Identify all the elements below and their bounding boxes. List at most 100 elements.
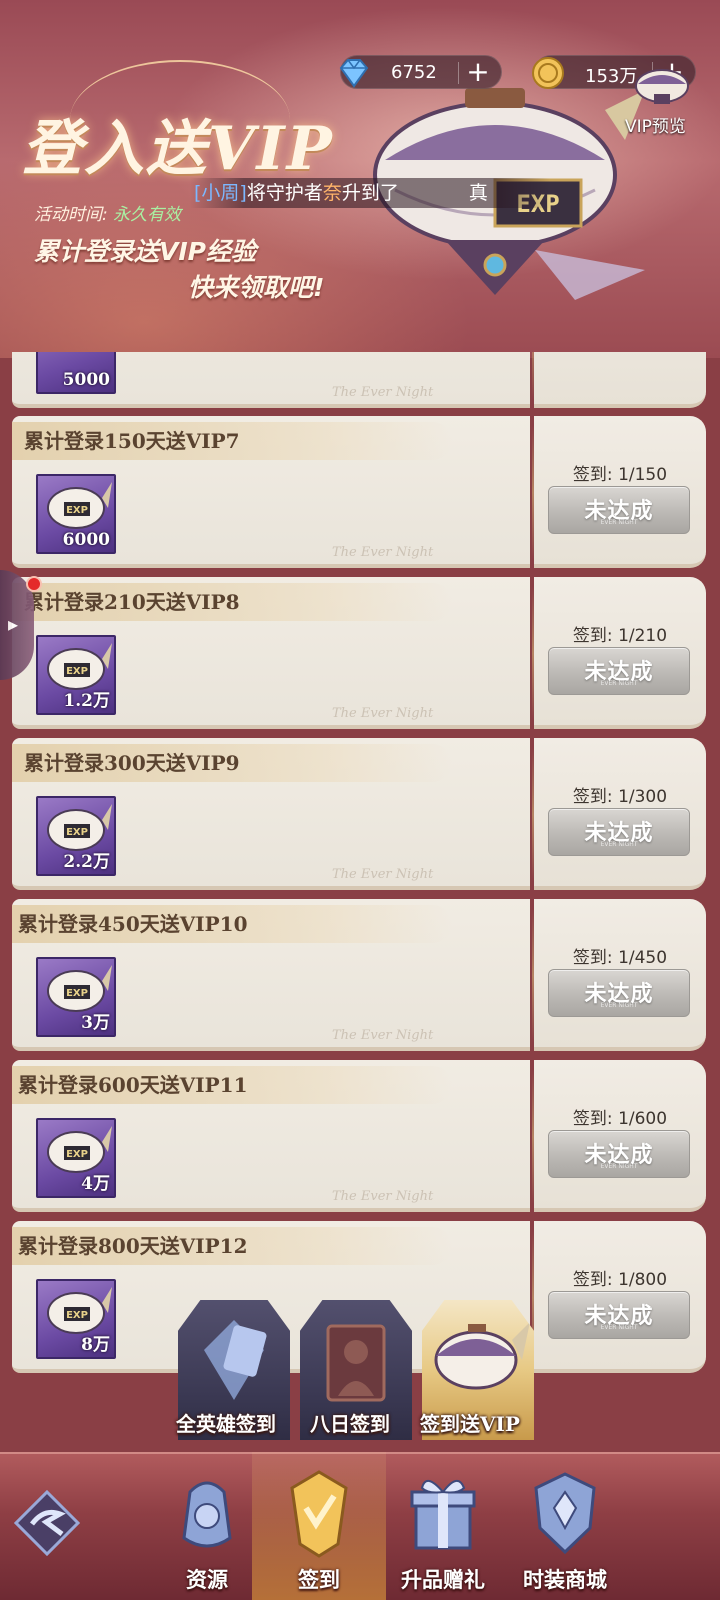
checkin-progress: 签到: 1/800 xyxy=(534,1265,706,1290)
reward-card-body: 累计登录150天送VIP7 EXP 6000 The Ever Night xyxy=(12,416,530,568)
vip-preview-button[interactable]: VIP预览 xyxy=(625,60,710,140)
nav-resources-label: 资源 xyxy=(186,1567,228,1592)
nav-checkin-label: 签到 xyxy=(298,1567,340,1592)
watermark: The Ever Night xyxy=(332,1028,434,1043)
button-sub-label: EVER NIGHT xyxy=(600,680,638,687)
nav-checkin[interactable]: 签到 xyxy=(252,1452,386,1600)
reward-amount: 4万 xyxy=(81,1174,110,1194)
vip-preview-label: VIP预览 xyxy=(625,117,686,137)
event-title: 登入送VIP xyxy=(22,114,334,184)
claim-button[interactable]: 未达成 EVER NIGHT xyxy=(548,1130,690,1178)
reward-amount: 8万 xyxy=(81,1335,110,1355)
reward-amount: 6000 xyxy=(62,530,110,550)
bottom-nav: 资源 签到 升品赠礼 时装商城 xyxy=(0,1452,720,1600)
button-sub-label: EVER NIGHT xyxy=(600,841,638,848)
vip-exp-reward[interactable]: EXP 4万 xyxy=(36,1118,116,1198)
reward-card-title: 累计登录150天送VIP7 xyxy=(12,422,452,460)
progress-label: 签到: xyxy=(572,465,619,485)
diamond-currency: 6752 + xyxy=(339,55,502,89)
button-sub-label: EVER NIGHT xyxy=(600,1163,638,1170)
gold-coin-icon xyxy=(532,57,564,89)
progress-label: 签到: xyxy=(572,787,619,807)
activity-time-value: 永久有效 xyxy=(113,205,182,225)
reward-card-title: 累计登录450天送VIP10 xyxy=(12,905,452,943)
reward-card-title: 累计登录800天送VIP12 xyxy=(12,1227,452,1265)
reward-card: 累计登录210天送VIP8 EXP 1.2万 The Ever Night 签到… xyxy=(12,577,706,729)
add-diamond-button[interactable]: + xyxy=(463,58,493,88)
game-logo-icon[interactable] xyxy=(14,1490,80,1556)
reward-card: 5000 The Ever Night xyxy=(12,352,706,408)
progress-value: 1/600 xyxy=(618,1109,668,1129)
vip-exp-reward[interactable]: EXP 1.2万 xyxy=(36,635,116,715)
reward-amount: 5000 xyxy=(62,370,110,390)
claim-button[interactable]: 未达成 EVER NIGHT xyxy=(548,486,690,534)
notification-dot xyxy=(26,576,42,592)
checkin-progress: 签到: 1/600 xyxy=(534,1104,706,1129)
button-sub-label: EVER NIGHT xyxy=(600,1324,638,1331)
reward-card-body: 累计登录300天送VIP9 EXP 2.2万 The Ever Night xyxy=(12,738,530,890)
progress-label: 签到: xyxy=(572,948,619,968)
reward-card-status: 签到: 1/300 未达成 EVER NIGHT xyxy=(534,738,706,890)
svg-text:EXP: EXP xyxy=(66,666,88,677)
svg-text:EXP: EXP xyxy=(66,1310,88,1321)
checkin-progress: 签到: 1/150 xyxy=(534,460,706,485)
progress-label: 签到: xyxy=(572,626,619,646)
progress-value: 1/800 xyxy=(618,1270,668,1290)
reward-card-status: 签到: 1/450 未达成 EVER NIGHT xyxy=(534,899,706,1051)
nav-upgrade-gifts[interactable]: 升品赠礼 xyxy=(388,1468,498,1598)
svg-text:EXP: EXP xyxy=(66,505,88,516)
reward-list[interactable]: 5000 The Ever Night 累计登录150天送VIP7 EXP 60… xyxy=(0,352,720,1400)
ticker-text: 将守护者 xyxy=(246,182,323,204)
fashion-crest-icon xyxy=(534,1472,596,1555)
hero-crest-icon xyxy=(204,1320,267,1400)
vip-exp-reward[interactable]: EXP 8万 xyxy=(36,1279,116,1359)
reward-card-title: 累计登录600天送VIP11 xyxy=(12,1066,452,1104)
reward-card-status: 签到: 1/800 未达成 EVER NIGHT xyxy=(534,1221,706,1373)
watermark: The Ever Night xyxy=(332,1189,434,1204)
reward-card-status: 签到: 1/210 未达成 EVER NIGHT xyxy=(534,577,706,729)
claim-button[interactable]: 未达成 EVER NIGHT xyxy=(548,808,690,856)
mini-airship-icon xyxy=(635,69,689,104)
nav-resources[interactable]: 资源 xyxy=(152,1468,262,1598)
nav-fashion-mall-label: 时装商城 xyxy=(523,1567,607,1592)
watermark: The Ever Night xyxy=(332,385,434,400)
reward-card-body: 累计登录450天送VIP10 EXP 3万 The Ever Night xyxy=(12,899,530,1051)
claim-button[interactable]: 未达成 EVER NIGHT xyxy=(548,1291,690,1339)
button-sub-label: EVER NIGHT xyxy=(600,519,638,526)
progress-value: 1/300 xyxy=(618,787,668,807)
svg-text:EXP: EXP xyxy=(66,1149,88,1160)
claim-button[interactable]: 未达成 EVER NIGHT xyxy=(548,647,690,695)
reward-card: 累计登录300天送VIP9 EXP 2.2万 The Ever Night 签到… xyxy=(12,738,706,890)
checkin-crest-icon xyxy=(290,1470,348,1558)
event-banner: EXP 登入送VIP [小周]将守护者奈升到了真 活动时间: 永久有效 累计登录… xyxy=(0,0,720,358)
progress-value: 1/150 xyxy=(618,465,668,485)
reward-card-status: 签到: 1/150 未达成 EVER NIGHT xyxy=(534,416,706,568)
promo-line-2: 快来领取吧! xyxy=(188,273,325,302)
watermark: The Ever Night xyxy=(332,867,434,882)
vip-exp-reward[interactable]: EXP 6000 xyxy=(36,474,116,554)
pill-divider xyxy=(458,62,459,84)
diamond-icon xyxy=(339,59,369,88)
reward-card-status xyxy=(534,352,706,408)
checkin-progress: 签到: 1/300 xyxy=(534,782,706,807)
reward-amount: 3万 xyxy=(81,1013,110,1033)
reward-amount: 1.2万 xyxy=(63,691,110,711)
reward-amount: 2.2万 xyxy=(63,852,110,872)
tab-checkin-vip-label: 签到送VIP xyxy=(420,1412,520,1436)
activity-time-label: 活动时间: xyxy=(34,205,108,225)
nav-fashion-mall[interactable]: 时装商城 xyxy=(510,1468,620,1598)
svg-text:EXP: EXP xyxy=(66,827,88,838)
vip-exp-reward[interactable]: EXP 2.2万 xyxy=(36,796,116,876)
vip-exp-reward[interactable]: 5000 xyxy=(36,352,116,394)
reward-card-body: 5000 The Ever Night xyxy=(12,352,530,408)
progress-label: 签到: xyxy=(572,1109,619,1129)
claim-button[interactable]: 未达成 EVER NIGHT xyxy=(548,969,690,1017)
vip-exp-reward[interactable]: EXP 3万 xyxy=(36,957,116,1037)
ticker-suffix: 真 xyxy=(468,182,488,204)
exp-airship-icon: EXP xyxy=(47,482,112,529)
progress-value: 1/450 xyxy=(618,948,668,968)
reward-card-body: 累计登录600天送VIP11 EXP 4万 The Ever Night xyxy=(12,1060,530,1212)
ticker-player-name: [小周] xyxy=(194,182,247,204)
checkin-progress: 签到: 1/210 xyxy=(534,621,706,646)
progress-label: 签到: xyxy=(572,1270,619,1290)
